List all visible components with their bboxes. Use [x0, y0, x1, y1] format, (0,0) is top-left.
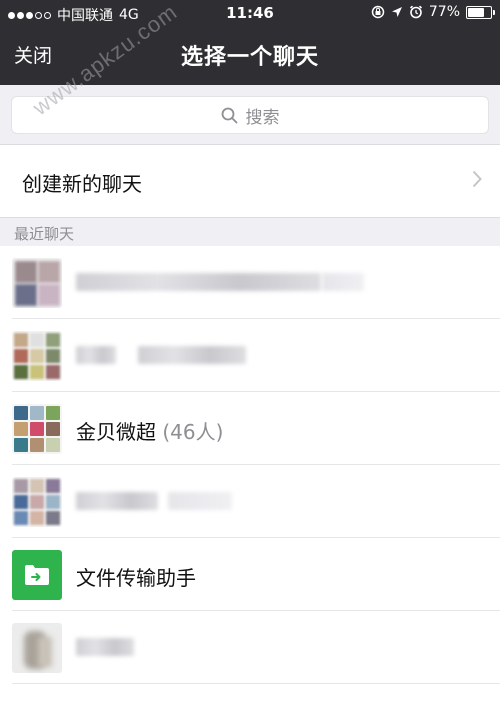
- chat-title: 金贝微超: [76, 420, 156, 444]
- member-count: (46人): [162, 420, 224, 444]
- chat-row[interactable]: 文件传输助手: [0, 538, 500, 611]
- search-area: 搜索: [0, 85, 500, 144]
- recent-chats-label: 最近聊天: [14, 225, 75, 243]
- file-transfer-avatar: [12, 550, 62, 600]
- blurred-member-count: [322, 273, 364, 291]
- contact-avatar: [12, 623, 62, 673]
- search-icon: [221, 107, 237, 123]
- alarm-icon: [409, 5, 422, 19]
- battery-percent: 77%: [428, 4, 460, 20]
- group-avatar: [12, 404, 62, 454]
- blurred-chat-name: [76, 273, 321, 291]
- chat-row[interactable]: 金贝微超 (46人): [0, 392, 500, 465]
- create-new-chat-label: 创建新的聊天: [22, 172, 142, 196]
- chevron-right-icon: [472, 170, 482, 188]
- chat-name: 文件传输助手: [76, 566, 196, 590]
- chat-row[interactable]: [0, 465, 500, 538]
- blurred-chat-name: [76, 492, 158, 510]
- blurred-member-count: [138, 346, 246, 364]
- top-bar: 中国联通 4G 11:46 77% 关闭 选择一个聊天: [0, 0, 500, 85]
- blurred-chat-name: [76, 346, 116, 364]
- chat-list: 金贝微超 (46人) 文件传输助手: [0, 246, 500, 711]
- status-right: 77%: [371, 4, 495, 20]
- rotation-lock-icon: [371, 5, 385, 19]
- chat-row[interactable]: [0, 246, 500, 319]
- group-avatar: [12, 258, 62, 308]
- status-bar: 中国联通 4G 11:46 77%: [0, 0, 500, 28]
- blurred-member-count: [168, 492, 232, 510]
- chat-row[interactable]: [0, 319, 500, 392]
- group-avatar: [12, 331, 62, 381]
- recent-chats-header: 最近聊天: [0, 218, 500, 246]
- blurred-chat-name: [76, 638, 134, 656]
- folder-icon: [25, 565, 49, 585]
- search-input[interactable]: 搜索: [11, 96, 489, 134]
- create-new-chat-row[interactable]: 创建新的聊天: [0, 144, 500, 218]
- search-placeholder: 搜索: [245, 107, 280, 128]
- battery-icon: [466, 5, 495, 19]
- group-avatar: [12, 477, 62, 527]
- location-icon: [391, 7, 402, 17]
- chat-name: 金贝微超 (46人): [76, 416, 223, 445]
- page-title: 选择一个聊天: [180, 45, 319, 70]
- chat-row[interactable]: [0, 611, 500, 684]
- navigation-bar: 关闭 选择一个聊天: [0, 28, 500, 85]
